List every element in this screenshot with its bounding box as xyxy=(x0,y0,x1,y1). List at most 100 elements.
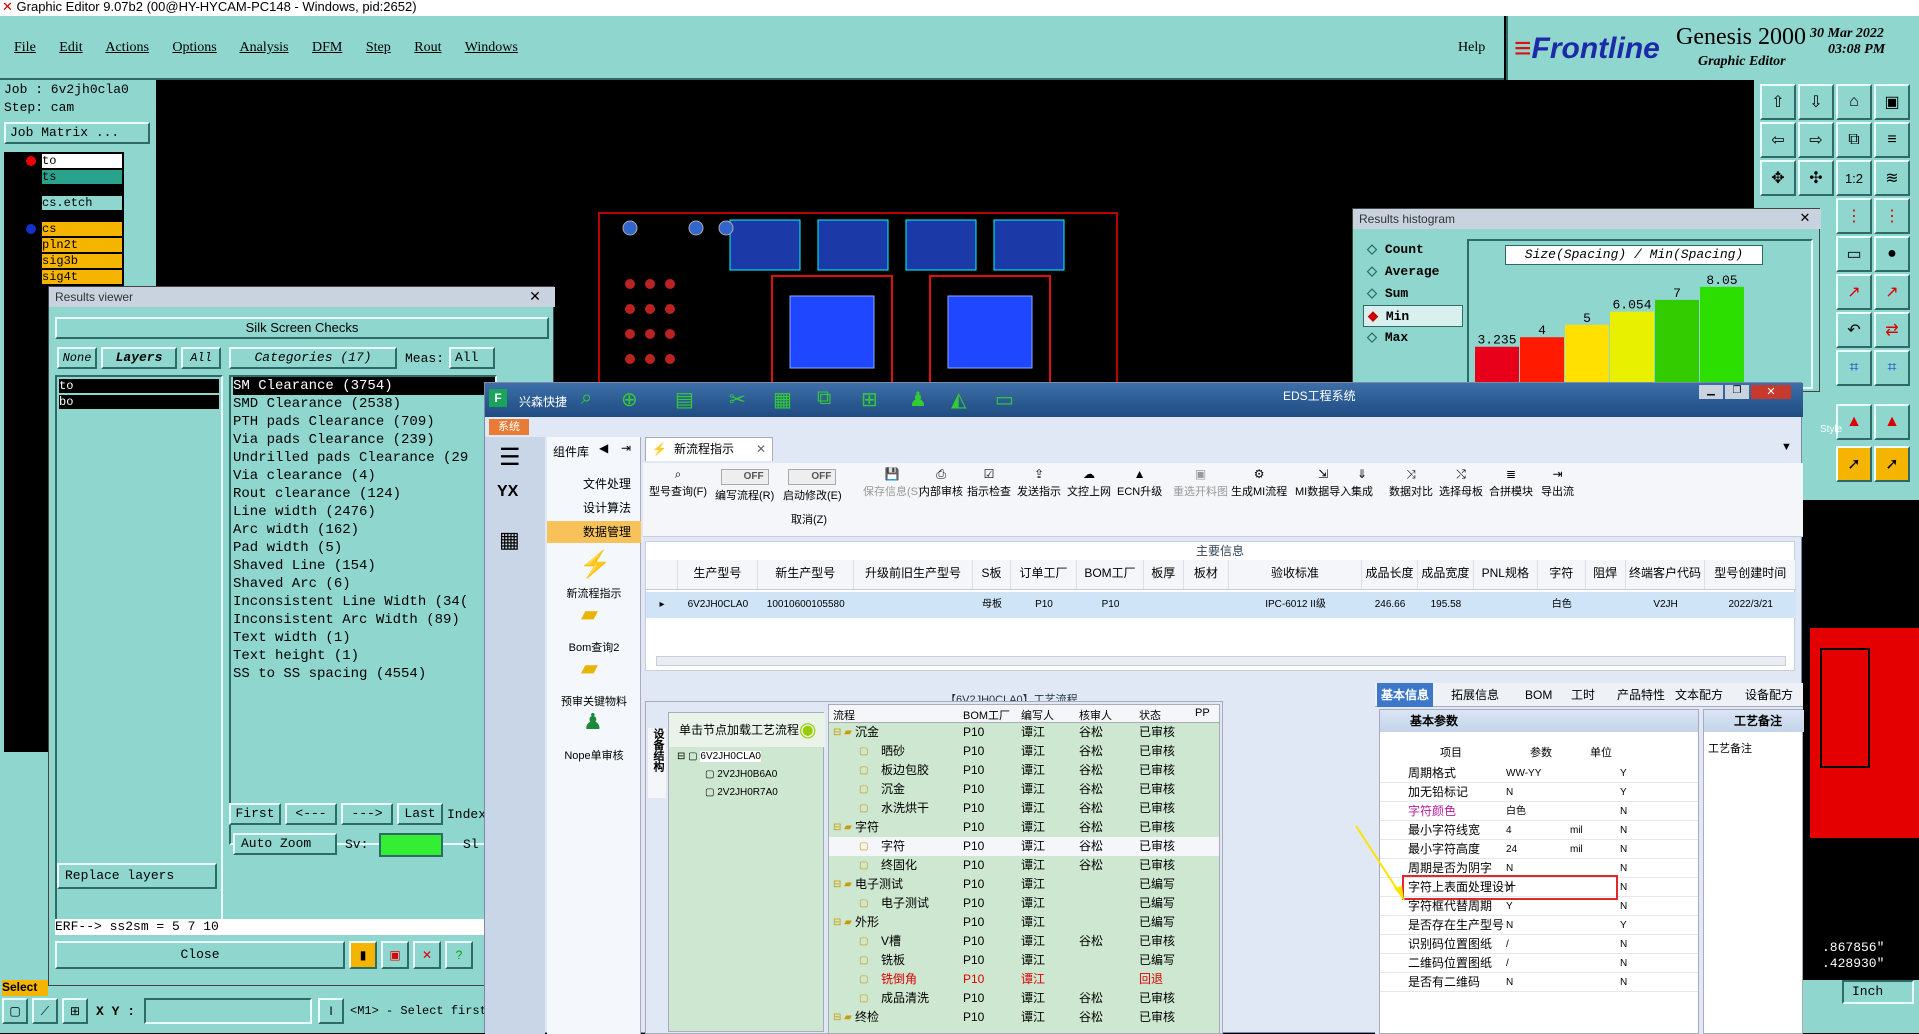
toolbar-btn-13[interactable]: ⤨ 数据对比 xyxy=(1389,467,1433,499)
param-row[interactable]: 周期格式 WW-YY Y xyxy=(1380,764,1698,783)
triangle2-icon[interactable]: ▲ xyxy=(1874,404,1910,440)
histogram-option-sum[interactable]: ◇ Sum xyxy=(1363,283,1463,305)
toolbar-btn-16[interactable]: ⇥ 导出流 xyxy=(1541,467,1574,499)
nav-item-file[interactable]: 文件处理 xyxy=(547,473,641,495)
calc-icon[interactable]: ▦ xyxy=(499,527,520,553)
right-icon[interactable]: ⇨ xyxy=(1798,122,1834,158)
category-item[interactable]: Text height (1) xyxy=(233,647,495,665)
param-row[interactable]: 最小字符线宽 4 mil N xyxy=(1380,821,1698,840)
param-row[interactable]: 是否存在生产型号 N Y xyxy=(1380,916,1698,935)
nav-item-algo[interactable]: 设计算法 xyxy=(547,497,641,519)
flow-row[interactable]: ▢ 成品清洗 P10 谭江 谷松 已审核 xyxy=(829,989,1219,1008)
category-item[interactable]: Rout clearance (124) xyxy=(233,485,495,503)
category-item[interactable]: Undrilled pads Clearance (29 xyxy=(233,449,495,467)
layers-button[interactable]: Layers xyxy=(101,347,177,369)
category-item[interactable]: Pad width (5) xyxy=(233,539,495,557)
flow-row[interactable]: ▢ 晒砂 P10 谭江 谷松 已审核 xyxy=(829,742,1219,761)
close-button[interactable]: Close xyxy=(55,941,345,969)
save-icon[interactable]: ⇩ xyxy=(1798,84,1834,120)
toolbar-btn-12[interactable]: ⇓ 集成 xyxy=(1351,467,1373,499)
route2-icon[interactable]: ↗ xyxy=(1874,274,1910,310)
yx-icon[interactable]: YX xyxy=(497,483,518,501)
right-tab[interactable]: 基本信息 xyxy=(1377,683,1434,707)
toolbar-btn-1[interactable]: OFF 编写流程(R) xyxy=(715,467,774,503)
rv-layer-item[interactable]: to xyxy=(59,379,219,393)
menu-actions[interactable]: Actions xyxy=(105,40,149,55)
right-tab[interactable]: BOM xyxy=(1521,683,1556,707)
tool-bom[interactable]: Bom查询2 xyxy=(547,639,641,655)
category-item[interactable]: Arc width (162) xyxy=(233,521,495,539)
param-row[interactable]: 二维码位置图纸 / N xyxy=(1380,954,1698,973)
histogram-option-average[interactable]: ◇ Average xyxy=(1363,261,1463,283)
collapse-icon[interactable]: ⊟ ▰ xyxy=(833,1008,852,1027)
menu-dfm[interactable]: DFM xyxy=(312,40,342,55)
right-tab[interactable]: 工时 xyxy=(1567,683,1599,707)
flow-row[interactable]: ▢ 铣板 P10 谭江 已编写 xyxy=(829,951,1219,970)
flow-row[interactable]: ▢ V槽 P10 谭江 谷松 已审核 xyxy=(829,932,1219,951)
flow-row[interactable]: ▢ 水洗烘干 P10 谭江 谷松 已审核 xyxy=(829,799,1219,818)
layer-item[interactable]: to xyxy=(42,154,122,168)
none-button[interactable]: None xyxy=(57,347,97,369)
table-row[interactable]: ▸ 6V2JH0CLA0 10010600105580 母板 P10 P10 IPC-601… xyxy=(646,592,1796,618)
lib-prev-icon[interactable]: ◀ xyxy=(599,441,608,455)
qa-chart-icon[interactable]: ◭ xyxy=(951,387,966,412)
next-button[interactable]: ---> xyxy=(341,803,393,825)
meas-select[interactable]: All xyxy=(449,347,495,369)
prev-button[interactable]: <--- xyxy=(285,803,337,825)
first-button[interactable]: First xyxy=(229,803,281,825)
net2-icon[interactable]: ⌗ xyxy=(1874,350,1910,386)
qa-copy-icon[interactable]: ⧉ xyxy=(817,387,831,410)
layer-item[interactable]: ts xyxy=(42,170,122,184)
right-tab[interactable]: 文本配方 xyxy=(1671,683,1727,707)
toolbar-btn-8[interactable]: ▲ ECN升级 xyxy=(1117,467,1162,499)
auto-zoom-select[interactable]: Auto Zoom xyxy=(233,833,337,855)
layer-item[interactable]: cs xyxy=(42,222,122,236)
collapse-icon[interactable]: ⊟ ▰ xyxy=(833,723,852,742)
param-row[interactable]: 字符框代替周期 Y N xyxy=(1380,897,1698,916)
split-icon[interactable]: ⧉ xyxy=(1836,122,1872,158)
tab-close-icon[interactable]: ✕ xyxy=(756,438,766,460)
param-row[interactable]: 加无铅标记 N Y xyxy=(1380,783,1698,802)
menu-options[interactable]: Options xyxy=(172,40,216,55)
category-item[interactable]: Inconsistent Line Width (34( xyxy=(233,593,495,611)
off-toggle[interactable]: OFF xyxy=(720,469,769,485)
layers-icon[interactable]: ≋ xyxy=(1874,160,1910,196)
toolbar-btn-7[interactable]: ☁ 文控上网 xyxy=(1067,467,1111,499)
scale-icon[interactable]: 1:2 xyxy=(1836,160,1872,196)
eds-sys-tab[interactable]: 系统 xyxy=(489,419,529,435)
category-item[interactable]: SMD Clearance (2538) xyxy=(233,395,495,413)
grid-icon[interactable]: ⊞ xyxy=(62,998,88,1024)
tool-new-flow[interactable]: 新流程指示 xyxy=(547,585,641,601)
folder-icon-2[interactable]: ▰ xyxy=(581,655,598,681)
snap-icon[interactable]: ⋮ xyxy=(1874,198,1910,234)
qa-monitor-icon[interactable]: ▭ xyxy=(995,387,1014,412)
flow-row[interactable]: ▢ 铣倒角 P10 谭江 回退 xyxy=(829,970,1219,989)
menu-rout[interactable]: Rout xyxy=(414,40,441,55)
eds-close-icon[interactable]: ✕ xyxy=(1751,385,1791,399)
param-row[interactable]: 最小字符高度 24 mil N xyxy=(1380,840,1698,859)
off-toggle[interactable]: OFF xyxy=(788,469,837,485)
flow-row[interactable]: ⊟ ▰ 字符 P10 谭江 谷松 已审核 xyxy=(829,818,1219,837)
hamburger-icon[interactable]: ☰ xyxy=(499,443,521,472)
eds-maximize-icon[interactable]: ❐ xyxy=(1725,385,1749,399)
toolbar-btn-6[interactable]: ⇪ 发送指示 xyxy=(1017,467,1061,499)
pad-icon[interactable]: ● xyxy=(1874,236,1910,272)
histogram-option-count[interactable]: ◇ Count xyxy=(1363,239,1463,261)
histogram-option-max[interactable]: ◇ Max xyxy=(1363,327,1463,349)
right-tab[interactable]: 产品特性 xyxy=(1613,683,1669,707)
toolbar-btn-5[interactable]: ☑ 指示检查 xyxy=(967,467,1011,499)
flow-row[interactable]: ⊟ ▰ 外形 P10 谭江 已编写 xyxy=(829,913,1219,932)
layer-item[interactable]: sig4t xyxy=(42,270,122,284)
side-tab-equip[interactable]: 设备结构 xyxy=(648,728,666,798)
nav-item-data[interactable]: 数据管理 xyxy=(547,521,641,543)
menu-step[interactable]: Step xyxy=(366,40,391,55)
qa-grid-icon[interactable]: ▤ xyxy=(675,387,694,412)
menu-file[interactable]: File xyxy=(14,40,36,55)
rv-tool-icon[interactable]: ▮ xyxy=(349,941,377,969)
fit-icon[interactable]: ✥ xyxy=(1760,160,1796,196)
window-icon[interactable]: ▣ xyxy=(1874,84,1910,120)
open-icon[interactable]: ⇧ xyxy=(1760,84,1796,120)
menu-analysis[interactable]: Analysis xyxy=(240,40,289,55)
last-button[interactable]: Last xyxy=(397,803,443,825)
eds-minimize-icon[interactable]: ▁ xyxy=(1699,385,1723,399)
